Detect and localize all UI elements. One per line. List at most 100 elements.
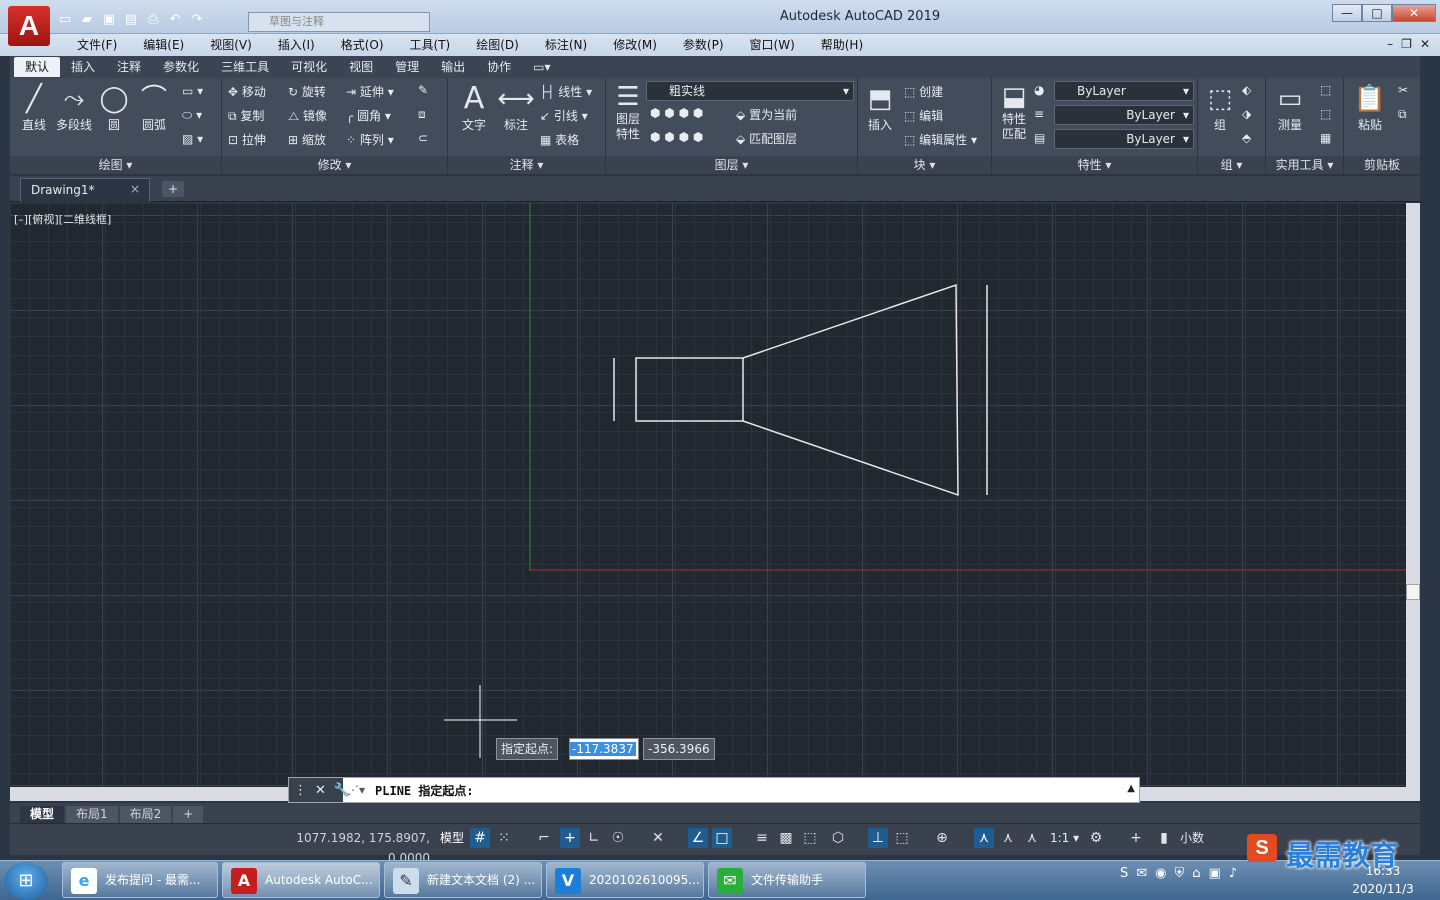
workspace-gear-icon[interactable]: ⚙ [1086, 828, 1106, 848]
snap-icon[interactable]: ⁙ [494, 828, 514, 848]
close-tab-icon[interactable]: × [130, 182, 140, 196]
object-snap-icon[interactable]: □ [712, 828, 732, 848]
ungroup-icon[interactable]: ⬖ [1242, 83, 1251, 97]
transparency-icon[interactable]: ▤ [1034, 131, 1045, 145]
lineweight-icon[interactable]: ≡ [1034, 107, 1044, 121]
tab-layout1[interactable]: 布局1 [66, 806, 118, 823]
edit-block-button[interactable]: ⬚ 编辑 [904, 107, 943, 124]
isodraft-icon[interactable]: ✕ [648, 828, 668, 848]
volume-icon[interactable]: ♪ [1229, 866, 1237, 881]
drawing-canvas[interactable] [10, 203, 1406, 787]
panel-title-draw[interactable]: 绘图 ▾ [10, 156, 221, 174]
nvidia-icon[interactable]: ▣ [1209, 866, 1221, 881]
layer-dropdown[interactable]: 粗实线 ▾ [646, 81, 854, 101]
selection-cycling-icon[interactable]: ⬚ [800, 828, 820, 848]
close-icon[interactable]: ✕ [315, 783, 326, 798]
maximize-button[interactable]: □ [1362, 4, 1392, 22]
annotation-scale-icon[interactable]: ⋏ [1022, 828, 1042, 848]
leader-button[interactable]: ↙ 引线 ▾ [540, 107, 588, 124]
panel-title-properties[interactable]: 特性 ▾ [992, 156, 1197, 174]
lineweight-toggle-icon[interactable]: ≡ [752, 828, 772, 848]
set-current-button[interactable]: ⬙ 置为当前 [736, 106, 797, 123]
transparency-toggle-icon[interactable]: ▩ [776, 828, 796, 848]
match-properties-button[interactable]: ⬓ 特性 匹配 [994, 82, 1034, 142]
wechat-tray-icon[interactable]: ✉ [1136, 866, 1147, 881]
network-icon[interactable]: ⌂ [1192, 866, 1200, 881]
match-layer-button[interactable]: ⬙ 匹配图层 [736, 130, 797, 147]
calculator-icon[interactable]: ▦ [1320, 131, 1331, 145]
infer-constraints-icon[interactable]: ⌐ [534, 828, 554, 848]
extend-button[interactable]: ⇥ 延伸 ▾ [346, 83, 394, 100]
menu-parametric[interactable]: 参数(P) [670, 34, 737, 56]
doc-minimize-icon[interactable]: – [1387, 37, 1393, 51]
menu-tools[interactable]: 工具(T) [397, 34, 464, 56]
insert-block-button[interactable]: ⬒ 插入 [860, 82, 900, 133]
menu-format[interactable]: 格式(O) [328, 34, 397, 56]
annotation-monitor-icon[interactable]: + [1126, 828, 1146, 848]
doc-restore-icon[interactable]: ❐ [1401, 37, 1412, 51]
weibo-icon[interactable]: ◉ [1155, 866, 1166, 881]
polyline-button[interactable]: ⤳ 多段线 [52, 82, 96, 133]
command-line[interactable]: ⋮ ✕ 🔧 ⋰▾ PLINE 指定起点: ▲ [288, 777, 1140, 803]
linear-button[interactable]: ├┤ 线性 ▾ [540, 83, 592, 100]
linetype-dropdown[interactable]: ByLayer ▾ [1054, 105, 1194, 125]
print-icon[interactable]: ⎙ [144, 11, 162, 29]
array-button[interactable]: ⁘ 阵列 ▾ [346, 131, 394, 148]
tab-view[interactable]: 视图 [338, 57, 384, 77]
layer-tools-row1[interactable]: ⬢ ⬢ ⬢ ⬢ [650, 106, 703, 120]
horn-polyline[interactable] [742, 283, 959, 497]
app-menu-button[interactable]: A [8, 6, 50, 46]
grip-icon[interactable]: ⋮ [294, 783, 307, 798]
polar-icon[interactable]: ☉ [608, 828, 628, 848]
group-edit-icon[interactable]: ⬗ [1242, 107, 1251, 121]
redo-icon[interactable]: ↷ [188, 11, 206, 29]
quick-select-icon[interactable]: ⬚ [1320, 83, 1331, 97]
command-history-icon[interactable]: ▲ [1127, 783, 1135, 794]
close-button[interactable]: ✕ [1392, 4, 1436, 22]
fillet-button[interactable]: ╭ 圆角 ▾ [346, 107, 391, 124]
taskbar-item-video[interactable]: V 2020102610095... [546, 862, 704, 898]
tab-manage[interactable]: 管理 [384, 57, 430, 77]
grid-icon[interactable]: # [470, 828, 490, 848]
edit-attributes-button[interactable]: ⬚ 编辑属性 ▾ [904, 131, 977, 148]
dynamic-input-x[interactable]: -117.3837 [569, 738, 639, 760]
selection-filter-icon[interactable]: ⬚ [892, 828, 912, 848]
drawn-geometry[interactable] [613, 283, 988, 497]
cut-icon[interactable]: ✂ [1398, 83, 1408, 97]
tab-3d-tools[interactable]: 三维工具 [210, 57, 280, 77]
add-layout-button[interactable]: + [173, 806, 204, 823]
select-all-icon[interactable]: ⬚ [1320, 107, 1331, 121]
undo-icon[interactable]: ↶ [166, 11, 184, 29]
tab-insert[interactable]: 插入 [60, 57, 106, 77]
viewport-controls-label[interactable]: [–][俯视][二维线框] [14, 211, 111, 227]
annotation-scale-dropdown[interactable]: 1:1 ▾ [1050, 828, 1079, 848]
panel-title-block[interactable]: 块 ▾ [858, 156, 991, 174]
tab-annotate[interactable]: 注释 [106, 57, 152, 77]
offset-icon[interactable]: ⊂ [418, 131, 428, 145]
taskbar-item-wechat[interactable]: ✉ 文件传输助手 [708, 862, 866, 898]
menu-modify[interactable]: 修改(M) [600, 34, 670, 56]
dynamic-ucs-icon[interactable]: ⊥ [868, 828, 888, 848]
table-button[interactable]: ▦ 表格 [540, 131, 579, 148]
auto-scale-icon[interactable]: ⋏ [998, 828, 1018, 848]
3d-osnap-icon[interactable]: ⬡ [828, 828, 848, 848]
dimension-button[interactable]: ⟷ 标注 [496, 82, 536, 133]
start-button[interactable]: ⊞ [4, 862, 48, 900]
menu-draw[interactable]: 绘图(D) [463, 34, 532, 56]
panel-title-modify[interactable]: 修改 ▾ [222, 156, 447, 174]
erase-icon[interactable]: ✎ [418, 83, 428, 97]
scale-button[interactable]: ⊞ 缩放 [288, 131, 326, 148]
ime-icon[interactable]: S [1120, 866, 1128, 881]
ellipse-icon[interactable]: ⬭ ▾ [182, 108, 202, 123]
arc-button[interactable]: ⌒ 圆弧 [134, 82, 174, 133]
vertical-scrollbar[interactable] [1406, 203, 1420, 787]
layer-tools-row2[interactable]: ⬢ ⬢ ⬢ ⬢ [650, 130, 703, 144]
hatch-icon[interactable]: ▨ ▾ [182, 132, 203, 146]
tab-visualize[interactable]: 可视化 [280, 57, 338, 77]
rotate-button[interactable]: ↻ 旋转 [288, 83, 326, 100]
layer-properties-button[interactable]: ☰ 图层 特性 [608, 82, 648, 142]
panel-title-clipboard[interactable]: 剪贴板 [1344, 156, 1420, 174]
panel-title-groups[interactable]: 组 ▾ [1198, 156, 1265, 174]
paste-button[interactable]: 📋 粘贴 [1350, 82, 1390, 133]
dynamic-input-y[interactable]: -356.3966 [643, 738, 715, 760]
